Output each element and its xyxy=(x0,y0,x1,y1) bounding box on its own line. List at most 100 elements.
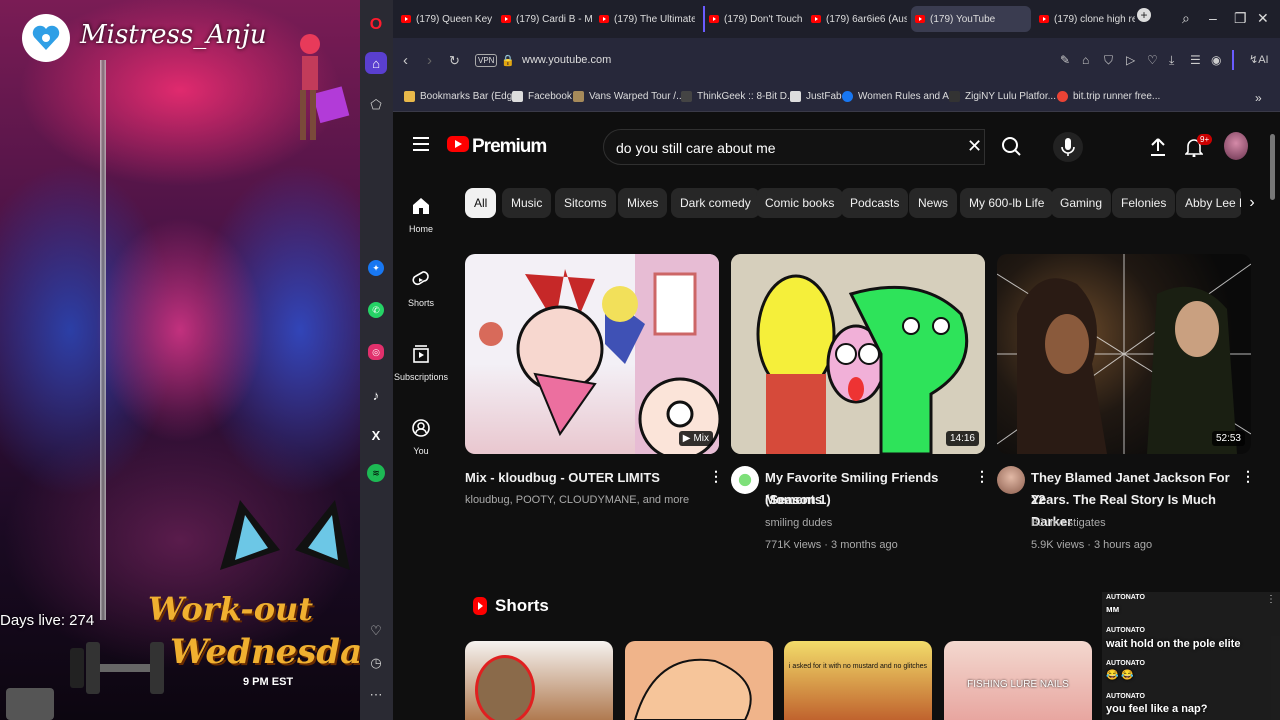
close-window-icon[interactable]: ✕ xyxy=(1257,10,1269,27)
video-thumbnail-2[interactable]: 14:16 xyxy=(731,254,985,454)
bookmark-thinkgeek[interactable]: ThinkGeek :: 8-Bit D... xyxy=(681,91,795,102)
chip-podcasts[interactable]: Podcasts xyxy=(841,188,909,218)
edit-icon[interactable]: ✎ xyxy=(1060,53,1070,67)
tab-cardi-b[interactable]: (179) Cardi B - Mag xyxy=(497,6,593,32)
more-options-icon[interactable]: ⋮ xyxy=(975,468,989,485)
x-twitter-icon[interactable]: X xyxy=(365,424,387,446)
short-card-2[interactable] xyxy=(625,641,773,720)
video-card-2[interactable]: 14:16 My Favorite Smiling Friends Moment… xyxy=(731,254,989,551)
search-input[interactable]: do you still care about me ✕ xyxy=(603,129,985,165)
messenger-icon[interactable]: ✦ xyxy=(368,260,384,276)
youtube-premium-brand[interactable]: Premium xyxy=(472,136,547,158)
microphone-icon[interactable] xyxy=(1053,132,1083,162)
video-thumbnail-3[interactable]: 52:53 xyxy=(997,254,1251,454)
ai-button[interactable]: ↯AI xyxy=(1249,53,1269,66)
video-title-2-line2[interactable]: (Season 1) xyxy=(765,489,975,511)
chip-gaming[interactable]: Gaming xyxy=(1051,188,1112,218)
video-card-3[interactable]: 52:53 They Blamed Janet Jackson For 22 Y… xyxy=(997,254,1255,551)
instagram-icon[interactable]: ◎ xyxy=(368,344,384,360)
short-card-3[interactable]: i asked for it with no mustard and no gl… xyxy=(784,641,932,720)
video-channel-2[interactable]: smiling dudes xyxy=(765,512,832,534)
tab-queen-key[interactable]: (179) Queen Key & C xyxy=(397,6,493,32)
camera-icon[interactable]: ⌂ xyxy=(1082,53,1089,67)
pinboard-icon[interactable]: ⬠ xyxy=(365,94,387,116)
easy-setup-icon[interactable]: ☰ xyxy=(1190,53,1201,67)
channel-avatar-2[interactable] xyxy=(731,466,759,494)
bookmark-women-rules[interactable]: Women Rules and A... xyxy=(842,91,957,102)
heart-icon[interactable]: ♡ xyxy=(1147,53,1158,67)
tab-youtube-active[interactable]: (179) YouTube xyxy=(911,6,1031,32)
nav-home[interactable]: Home xyxy=(393,196,449,234)
short-card-1[interactable] xyxy=(465,641,613,720)
youtube-favicon-icon xyxy=(599,15,609,23)
tab-6ar6ie6[interactable]: (179) 6ar6ie6 (Austr xyxy=(807,6,907,32)
chip-comic-books[interactable]: Comic books xyxy=(756,188,844,218)
chip-felonies[interactable]: Felonies xyxy=(1112,188,1176,218)
chip-mixes[interactable]: Mixes xyxy=(618,188,668,218)
chip-abby-lee[interactable]: Abby Lee M xyxy=(1176,188,1242,218)
history-icon[interactable]: ◷ xyxy=(365,652,387,674)
tab-the-ultimate[interactable]: (179) The Ultimate R xyxy=(595,6,695,32)
stream-overlay: Mistress_Anju Days live: 274 Work-out We… xyxy=(0,0,360,720)
account-avatar[interactable] xyxy=(1224,132,1248,160)
maximize-icon[interactable]: ❐ xyxy=(1234,10,1247,27)
upload-icon[interactable] xyxy=(1149,137,1167,157)
video-thumbnail-1[interactable]: ▶ Mix xyxy=(465,254,719,454)
vpn-badge[interactable]: VPN xyxy=(475,54,498,67)
bookmark-ziginy[interactable]: ZigiNY Lulu Platfor... xyxy=(949,91,1056,102)
back-icon[interactable]: ‹ xyxy=(403,52,408,69)
channel-avatar-3[interactable] xyxy=(997,466,1025,494)
reload-icon[interactable]: ↻ xyxy=(449,53,460,69)
forward-icon[interactable]: › xyxy=(427,52,432,69)
more-icon[interactable]: ⋯ xyxy=(365,684,387,706)
video-channel-1[interactable]: kloudbug, POOTY, CLOUDYMANE, and more xyxy=(465,489,705,511)
lock-icon[interactable]: 🔒 xyxy=(501,54,515,67)
bookmark-vans[interactable]: Vans Warped Tour /... xyxy=(573,91,684,102)
play-icon[interactable]: ▷ xyxy=(1126,53,1135,67)
url-field[interactable]: www.youtube.com xyxy=(522,54,611,66)
whatsapp-icon[interactable]: ✆ xyxy=(368,302,384,318)
video-channel-3[interactable]: BJ Investigates xyxy=(1031,512,1106,534)
chat-emoji-icon: 😂 😂 xyxy=(1106,670,1134,681)
scrollbar-thumb[interactable] xyxy=(1270,134,1275,200)
video-card-1[interactable]: ▶ Mix Mix - kloudbug - OUTER LIMITS kloud… xyxy=(465,254,723,506)
clear-search-icon[interactable]: ✕ xyxy=(967,136,982,157)
search-icon[interactable] xyxy=(993,129,1031,165)
shield-icon[interactable]: ⛉ xyxy=(1104,53,1113,68)
more-options-icon[interactable]: ⋮ xyxy=(1241,468,1255,485)
more-options-icon[interactable]: ⋮ xyxy=(709,468,723,485)
nav-shorts[interactable]: Shorts xyxy=(393,270,449,308)
bookmark-folder-edge[interactable]: Bookmarks Bar (Edge) xyxy=(404,91,521,102)
spotify-icon[interactable]: ≋ xyxy=(367,464,385,482)
tiktok-icon[interactable]: ♪ xyxy=(365,384,387,406)
download-icon[interactable]: ⤓ xyxy=(1169,53,1174,68)
short-card-4[interactable]: FISHING LURE NAILS xyxy=(944,641,1092,720)
chip-my-600lb-life[interactable]: My 600-lb Life xyxy=(960,188,1054,218)
opera-logo-icon[interactable]: O xyxy=(365,14,387,36)
tab-clone-high[interactable]: (179) clone high reb xyxy=(1035,6,1135,32)
home-icon[interactable]: ⌂ xyxy=(365,52,387,74)
chip-music[interactable]: Music xyxy=(502,188,552,218)
nav-you[interactable]: You xyxy=(393,418,449,456)
bookmark-justfab[interactable]: JustFab xyxy=(790,91,842,102)
new-tab-plus-icon[interactable]: + xyxy=(1137,8,1151,22)
minimize-icon[interactable]: – xyxy=(1209,10,1217,26)
bookmark-facebook[interactable]: Facebook xyxy=(512,91,572,102)
profile-icon[interactable]: ◉ xyxy=(1211,53,1221,67)
nav-subscriptions[interactable]: Subscriptions xyxy=(393,344,449,382)
chip-dark-comedy[interactable]: Dark comedy xyxy=(671,188,760,218)
more-bookmarks-icon[interactable]: » xyxy=(1255,91,1262,105)
chip-sitcoms[interactable]: Sitcoms xyxy=(555,188,616,218)
search-tabs-icon[interactable]: ⌕ xyxy=(1182,10,1190,27)
chip-all[interactable]: All xyxy=(465,188,497,218)
youtube-logo-icon[interactable] xyxy=(447,136,469,152)
chat-more-icon[interactable]: ⋮ xyxy=(1266,594,1276,605)
heart-icon[interactable]: ♡ xyxy=(365,620,387,642)
chips-next-chevron-icon[interactable]: › xyxy=(1241,188,1263,218)
folder-icon xyxy=(404,91,415,102)
chip-news[interactable]: News xyxy=(909,188,958,218)
video-title-1[interactable]: Mix - kloudbug - OUTER LIMITS xyxy=(465,467,705,489)
bookmark-bittrip[interactable]: bit.trip runner free... xyxy=(1057,91,1160,102)
tab-dont-touch[interactable]: (179) Don't Touch M xyxy=(703,6,803,32)
hamburger-menu-icon[interactable] xyxy=(413,137,429,151)
